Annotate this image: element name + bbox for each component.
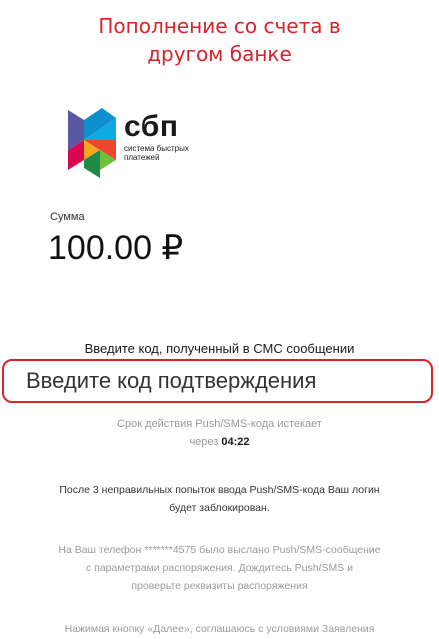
sbp-logo-subtitle-line-1: система быстрых <box>124 144 189 153</box>
amount-label: Сумма <box>50 211 85 223</box>
sbp-logo-subtitle-line-2: платежей <box>124 153 160 162</box>
sms-sent-notice-line-2: с параметрами распоряжения. Дождитесь Pu… <box>85 562 353 574</box>
sbp-logo-icon <box>68 108 116 178</box>
code-expiry-prefix: через <box>189 436 222 448</box>
login-block-warning: После 3 неправильных попыток ввода Push/… <box>10 481 429 517</box>
sms-sent-notice: На Ваш телефон *******4575 было выслано … <box>10 541 429 595</box>
page-title: Пополнение со счета в другом банке <box>0 12 439 68</box>
login-block-warning-line-1: После 3 неправильных попыток ввода Push/… <box>59 484 380 496</box>
login-block-warning-line-2: будет заблокирован. <box>169 502 270 514</box>
page-title-line-1: Пополнение со счета в <box>98 14 341 38</box>
amount-value: 100.00 ₽ <box>48 229 184 267</box>
terms-agreement-notice: Нажимая кнопку «Далее», соглашаюсь с усл… <box>10 620 429 638</box>
code-expiry-notice: Срок действия Push/SMS-кода истекает чер… <box>0 415 439 451</box>
sbp-logo-subtitle: система быстрых платежей <box>124 144 204 162</box>
code-expiry-line-2: через 04:22 <box>0 433 439 451</box>
page-title-line-2: другом банке <box>147 42 292 66</box>
sbp-logo-word: сбп <box>124 110 179 143</box>
sms-sent-notice-line-1: На Ваш телефон *******4575 было выслано … <box>58 544 381 556</box>
code-expiry-timer: 04:22 <box>221 436 250 448</box>
sms-sent-notice-line-3: проверьте реквизиты распоряжения <box>131 580 308 592</box>
sbp-logo: сбп система быстрых платежей <box>64 98 244 182</box>
code-prompt: Введите код, полученный в СМС сообщении <box>84 341 355 356</box>
confirmation-code-field[interactable] <box>2 359 433 403</box>
code-expiry-line-1: Срок действия Push/SMS-кода истекает <box>117 418 322 430</box>
confirmation-code-input[interactable] <box>4 361 431 401</box>
terms-agreement-line-1: Нажимая кнопку «Далее», соглашаюсь с усл… <box>64 623 375 635</box>
